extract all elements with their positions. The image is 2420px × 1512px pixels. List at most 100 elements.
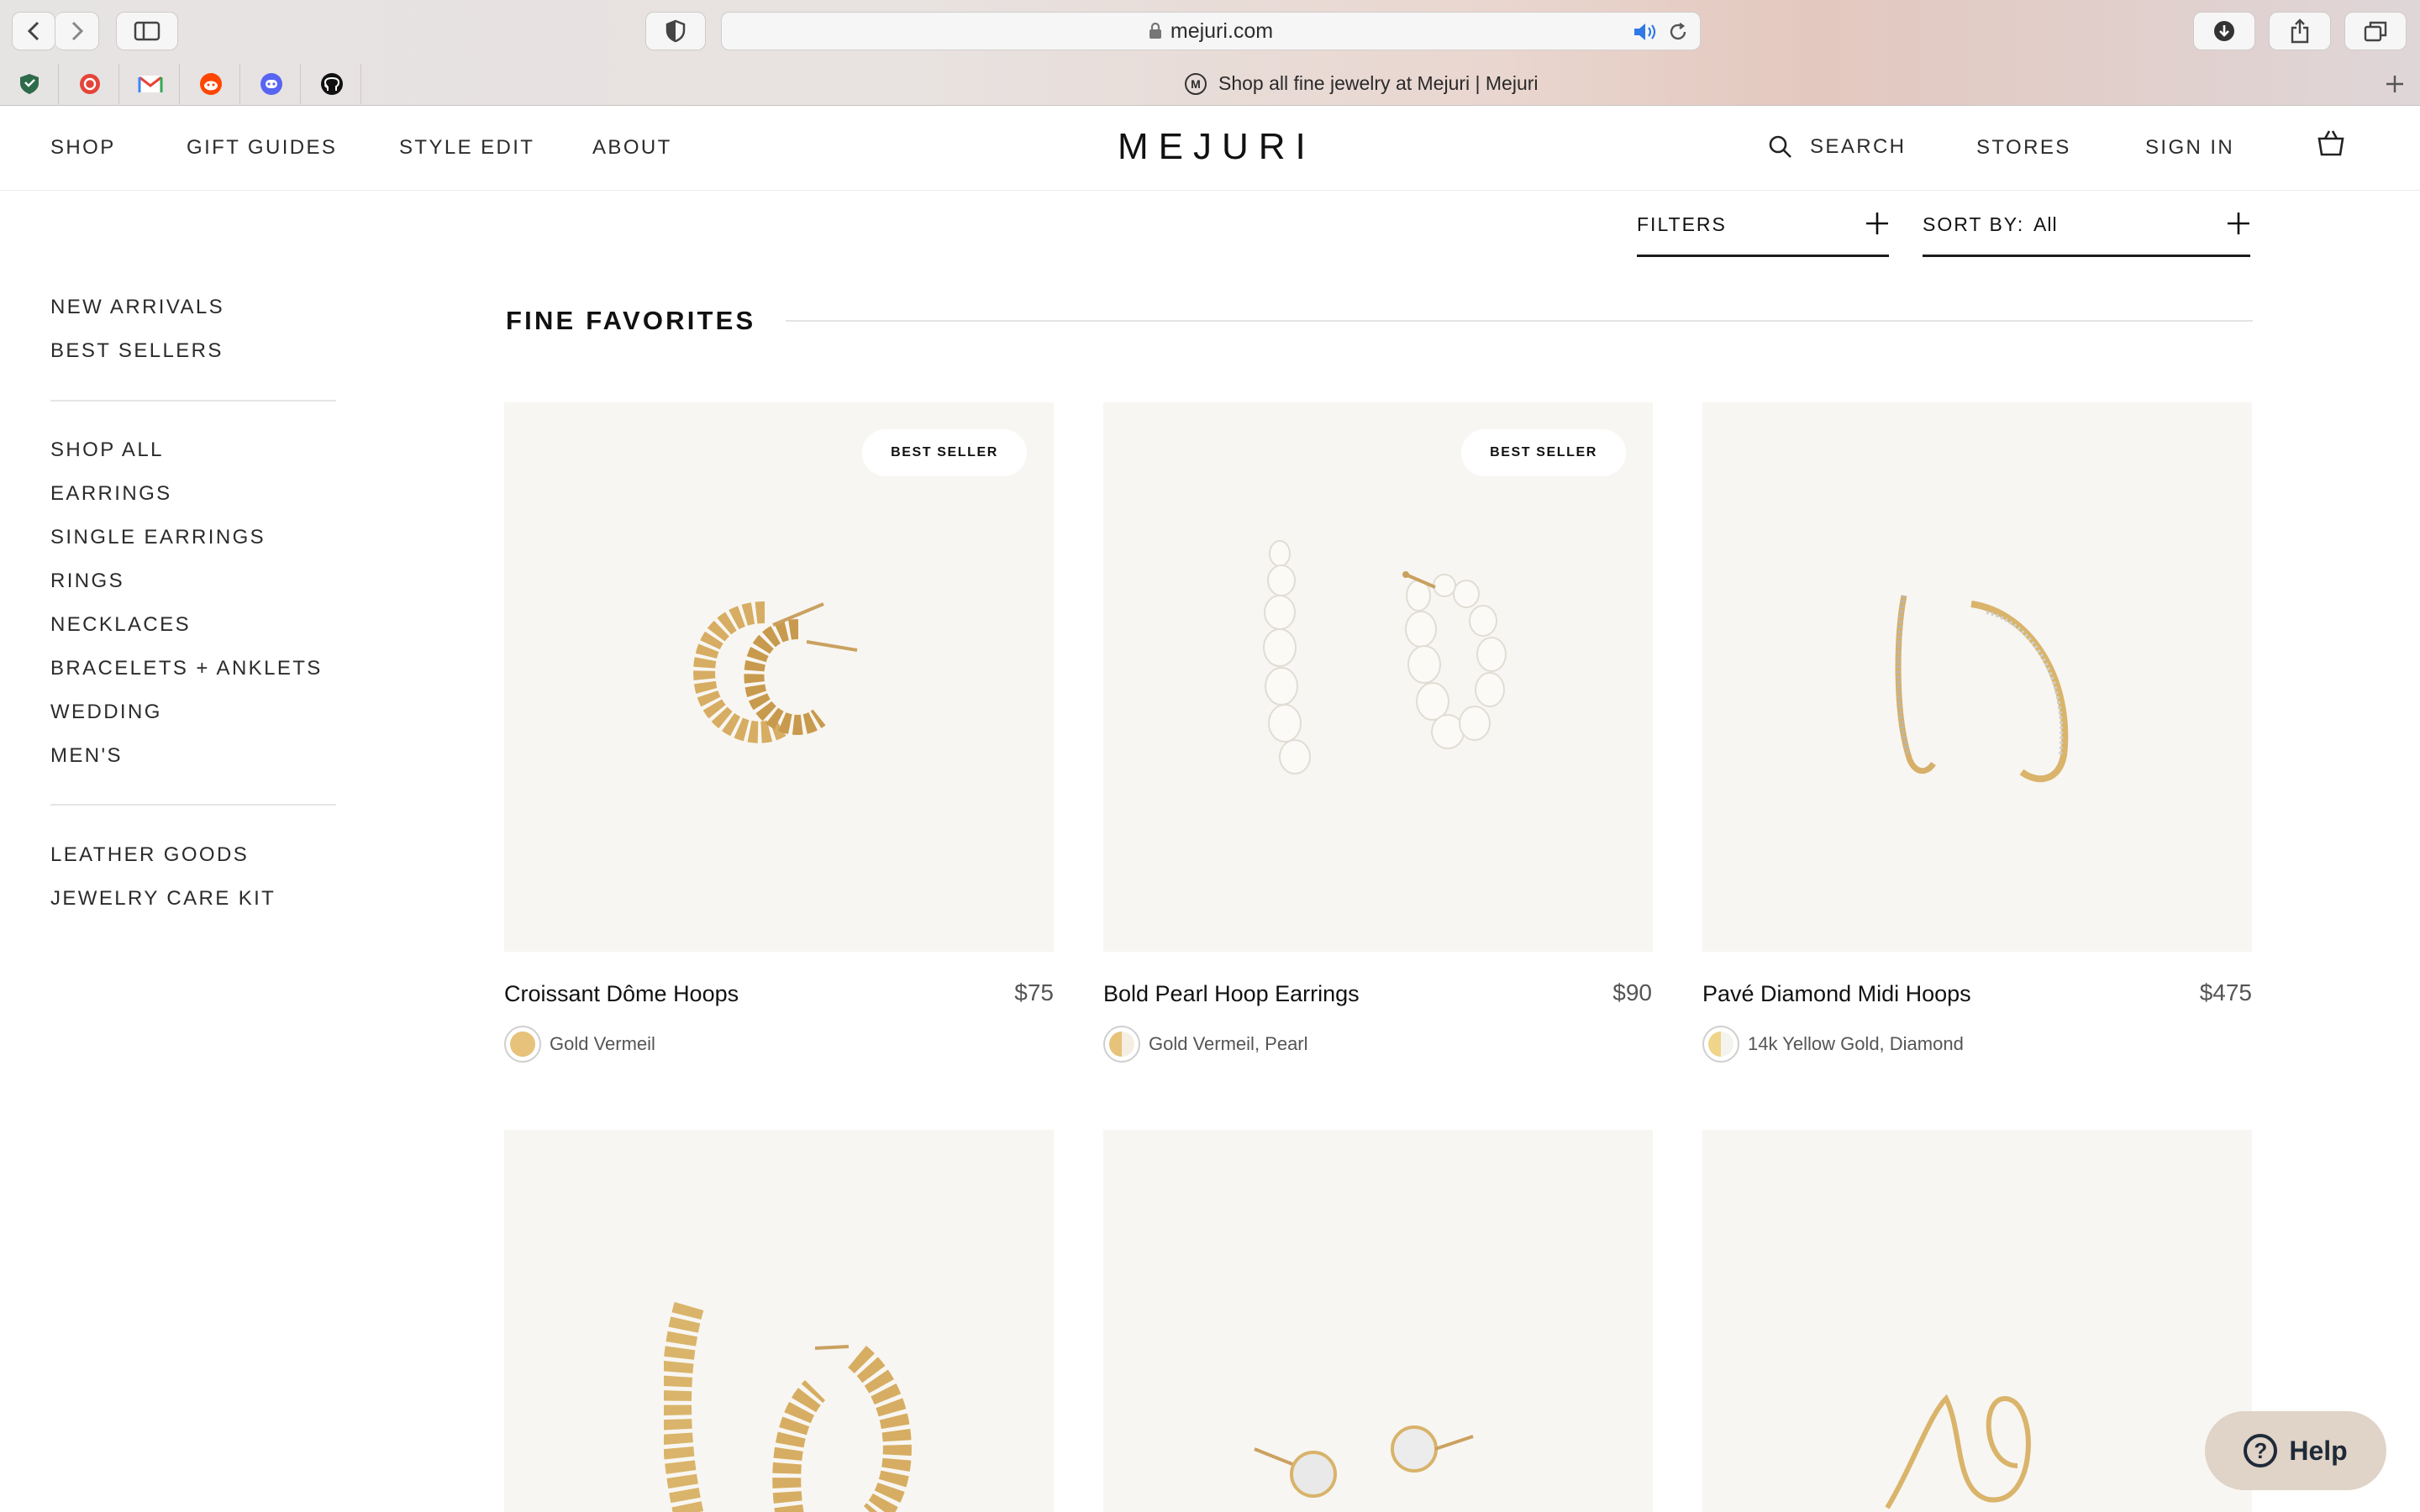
sidebar-item-new-arrivals[interactable]: NEW ARRIVALS <box>50 296 224 319</box>
sidebar-toggle-button[interactable] <box>116 12 178 50</box>
plus-icon <box>1866 213 1888 234</box>
forward-button[interactable] <box>55 12 99 50</box>
sidebar-item-leather-goods[interactable]: LEATHER GOODS <box>50 843 249 867</box>
sidebar-item-jewelry-care-kit[interactable]: JEWELRY CARE KIT <box>50 887 276 911</box>
filters-label: FILTERS <box>1637 213 1727 235</box>
sidebar-item-single-earrings[interactable]: SINGLE EARRINGS <box>50 526 266 549</box>
sidebar-divider <box>50 804 336 806</box>
search-icon <box>1769 135 1791 158</box>
new-tab-button[interactable] <box>2378 66 2412 102</box>
product-image-diamond-studs[interactable] <box>1103 1130 1653 1512</box>
shield-icon <box>666 19 686 43</box>
product-price: $475 <box>2199 979 2252 1005</box>
sidebar-item-shop-all[interactable]: SHOP ALL <box>50 438 164 462</box>
help-button[interactable]: ? Help <box>2205 1411 2386 1490</box>
product-material: Gold Vermeil <box>550 1033 655 1054</box>
download-icon <box>2214 21 2234 41</box>
privacy-report-button[interactable] <box>645 12 706 50</box>
gmail-favicon-icon <box>138 76 162 92</box>
speaker-icon[interactable] <box>1633 22 1658 42</box>
product-image-croissant-dome-hoops[interactable]: BEST SELLER <box>504 402 1054 952</box>
best-seller-badge: BEST SELLER <box>862 429 1027 476</box>
product-price: $90 <box>1612 979 1652 1005</box>
sidebar-item-mens[interactable]: MEN'S <box>50 744 123 768</box>
product-image-pave-diamond-midi-hoops[interactable] <box>1702 402 2252 952</box>
question-icon: ? <box>2244 1434 2278 1467</box>
back-button[interactable] <box>12 12 55 50</box>
sidebar-item-wedding[interactable]: WEDDING <box>50 701 162 724</box>
active-tab[interactable]: M Shop all fine jewelry at Mejuri | Meju… <box>1185 72 1539 95</box>
best-seller-badge: BEST SELLER <box>1461 429 1626 476</box>
product-name[interactable]: Croissant Dôme Hoops <box>504 981 739 1007</box>
spiral-earring-image <box>1885 1394 2031 1509</box>
nav-gift-guides[interactable]: GIFT GUIDES <box>187 136 337 160</box>
sort-value: All <box>2033 213 2058 235</box>
share-icon <box>2291 18 2309 44</box>
product-name[interactable]: Pavé Diamond Midi Hoops <box>1702 981 1971 1007</box>
reload-icon[interactable] <box>1668 22 1688 42</box>
search-link[interactable]: SEARCH <box>1768 134 1906 160</box>
sidebar-item-rings[interactable]: RINGS <box>50 570 124 593</box>
section-title: FINE FAVORITES <box>506 306 756 335</box>
sort-dropdown[interactable]: SORT BY: All <box>1923 210 2250 257</box>
sidebar-item-best-sellers[interactable]: BEST SELLERS <box>50 339 224 363</box>
product-name[interactable]: Bold Pearl Hoop Earrings <box>1103 981 1360 1007</box>
downloads-button[interactable] <box>2193 12 2255 50</box>
croissant-hoop-earring-image <box>693 601 858 743</box>
sidebar-item-earrings[interactable]: EARRINGS <box>50 482 172 506</box>
product-price: $75 <box>1014 979 1054 1005</box>
plus-icon <box>2228 213 2249 234</box>
tab-overview-button[interactable] <box>2344 12 2407 50</box>
favorite-shield[interactable] <box>0 64 59 104</box>
section-divider <box>786 320 2253 322</box>
favorite-github[interactable] <box>302 64 361 104</box>
search-label: SEARCH <box>1810 135 1907 158</box>
github-favicon-icon <box>320 73 343 95</box>
nav-about[interactable]: ABOUT <box>592 136 672 160</box>
sidebar-icon <box>134 21 160 41</box>
product-image-ridged-hoops[interactable] <box>504 1130 1054 1512</box>
material-swatch[interactable] <box>1103 1026 1140 1063</box>
cart-button[interactable] <box>2316 128 2346 162</box>
url-text: mejuri.com <box>1170 18 1274 43</box>
redbubble-favicon-icon <box>79 74 100 94</box>
favorite-redbubble[interactable] <box>60 64 119 104</box>
nav-sign-in[interactable]: SIGN IN <box>2145 136 2234 160</box>
tab-title-text: Shop all fine jewelry at Mejuri | Mejuri <box>1218 72 1539 94</box>
sort-label: SORT BY: <box>1923 213 2025 235</box>
diamond-stud-earring-image <box>1254 1425 1474 1498</box>
product-image-spiral-earring[interactable] <box>1702 1130 2252 1512</box>
shopping-basket-icon <box>2317 130 2344 156</box>
reddit-favicon-icon <box>199 73 222 95</box>
material-swatch[interactable] <box>1702 1026 1739 1063</box>
favorite-gmail[interactable] <box>121 64 180 104</box>
nav-shop[interactable]: SHOP <box>50 136 116 160</box>
sidebar-item-bracelets-anklets[interactable]: BRACELETS + ANKLETS <box>50 657 323 680</box>
product-material: Gold Vermeil, Pearl <box>1149 1033 1308 1054</box>
nav-stores[interactable]: STORES <box>1976 136 2071 160</box>
gold-pearl-swatch <box>1109 1032 1134 1057</box>
sidebar-item-necklaces[interactable]: NECKLACES <box>50 613 191 637</box>
product-material: 14k Yellow Gold, Diamond <box>1748 1033 1964 1054</box>
favorite-reddit[interactable] <box>182 64 240 104</box>
filters-dropdown[interactable]: FILTERS <box>1637 210 1889 257</box>
address-bar[interactable]: mejuri.com <box>721 12 1701 50</box>
sidebar-divider <box>50 400 336 402</box>
tabs-icon <box>2364 21 2387 42</box>
gold-vermeil-swatch <box>510 1032 535 1057</box>
chevron-right-icon <box>71 21 83 41</box>
discord-favicon-icon <box>260 73 282 95</box>
material-swatch[interactable] <box>504 1026 541 1063</box>
pave-diamond-hoop-earring-image <box>1895 595 2069 783</box>
favorite-discord[interactable] <box>242 64 301 104</box>
brand-logo[interactable]: MEJURI <box>1118 126 1316 168</box>
nav-style-edit[interactable]: STYLE EDIT <box>399 136 534 160</box>
mejuri-favicon-icon: M <box>1185 72 1207 95</box>
browser-toolbar: mejuri.com M Shop all fine jewelry at Me… <box>0 0 2420 106</box>
shield-favicon-icon <box>19 74 39 94</box>
share-button[interactable] <box>2269 12 2331 50</box>
pearl-hoop-earring-image <box>1263 540 1507 774</box>
lock-icon <box>1149 23 1161 39</box>
product-image-bold-pearl-hoop-earrings[interactable]: BEST SELLER <box>1103 402 1653 952</box>
chevron-left-icon <box>27 21 39 41</box>
